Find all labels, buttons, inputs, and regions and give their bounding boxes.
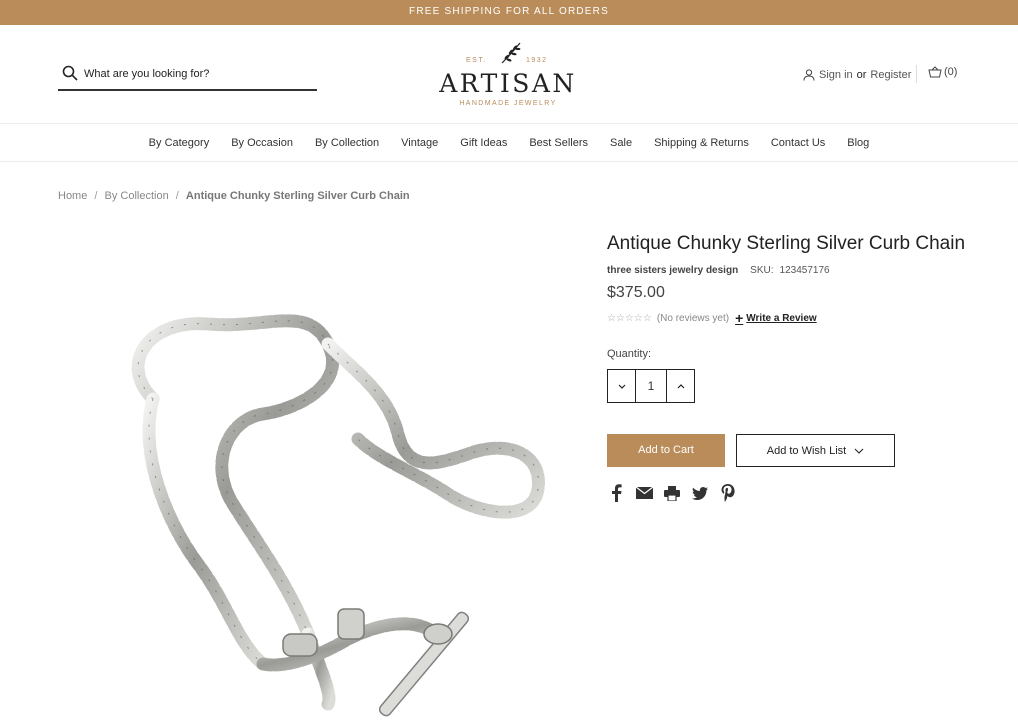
add-to-wishlist-button[interactable]: Add to Wish List [736,434,895,467]
quantity-label: Quantity: [607,348,652,360]
logo-wordmark: ARTISAN [439,69,577,98]
email-icon[interactable] [635,484,653,502]
product-title: Antique Chunky Sterling Silver Curb Chai… [607,233,966,254]
site-header: EST. 1932 ARTISAN HANDMADE JEWELRY Sign … [0,25,1018,124]
nav-blog[interactable]: Blog [847,137,869,149]
write-review-label: Write a Review [746,312,817,324]
search-bar[interactable] [58,61,317,91]
quantity-decrease-button[interactable] [608,370,636,402]
quantity-stepper[interactable]: 1 [607,369,695,403]
header-divider [916,65,917,83]
chevron-up-icon [677,383,684,388]
nav-by-collection[interactable]: By Collection [315,137,379,149]
product-details: Antique Chunky Sterling Silver Curb Chai… [607,230,967,502]
twitter-icon[interactable] [691,484,709,502]
promo-banner: FREE SHIPPING FOR ALL ORDERS [0,0,1018,25]
share-icons [607,484,967,502]
nav-vintage[interactable]: Vintage [401,137,438,149]
main-navigation: By Category By Occasion By Collection Vi… [0,124,1018,162]
wishlist-label: Add to Wish List [766,444,847,457]
promo-text: FREE SHIPPING FOR ALL ORDERS [409,6,609,17]
reviews-count: (No reviews yet) [656,312,730,324]
product-price: $375.00 [607,284,665,301]
nav-by-occasion[interactable]: By Occasion [231,137,293,149]
breadcrumb-home[interactable]: Home [58,190,87,202]
breadcrumb-by-collection[interactable]: By Collection [105,190,169,202]
user-icon [803,69,815,81]
quantity-value[interactable]: 1 [636,370,666,402]
quantity-increase-button[interactable] [666,370,694,402]
breadcrumb: Home / By Collection / Antique Chunky St… [58,190,410,202]
nav-sale[interactable]: Sale [610,137,632,149]
search-icon[interactable] [62,65,78,81]
brand-logo[interactable]: EST. 1932 ARTISAN HANDMADE JEWELRY [430,39,586,113]
logo-tagline: HANDMADE JEWELRY [459,100,557,107]
product-reviews: ☆☆☆☆☆ (No reviews yet) + Write a Review [607,310,967,326]
basket-icon [928,66,942,78]
nav-best-sellers[interactable]: Best Sellers [529,137,588,149]
nav-shipping-returns[interactable]: Shipping & Returns [654,137,749,149]
product-brand[interactable]: three sisters jewelry design [607,265,738,276]
chevron-down-icon [618,384,625,389]
chevron-down-icon [854,448,864,454]
add-to-cart-button[interactable]: Add to Cart [607,434,725,467]
product-meta: three sisters jewelry design SKU: 123457… [607,265,967,276]
cart-button[interactable]: (0) [928,66,957,78]
breadcrumb-separator: / [175,190,179,202]
logo-est: EST. [466,57,487,64]
or-text: or [856,69,867,81]
logo-year: 1932 [526,57,548,64]
nav-contact-us[interactable]: Contact Us [771,137,825,149]
sign-in-link[interactable]: Sign in [819,69,853,81]
sku-value: 123457176 [779,265,830,276]
product-actions: Add to Cart Add to Wish List [607,434,967,467]
breadcrumb-separator: / [94,190,98,202]
write-review-link[interactable]: + Write a Review [735,310,817,326]
product-image[interactable] [58,224,578,720]
nav-by-category[interactable]: By Category [149,137,210,149]
rating-stars-icon: ☆☆☆☆☆ [607,312,652,324]
olive-branch-icon [501,42,521,64]
register-link[interactable]: Register [870,69,911,81]
plus-icon: + [735,310,744,326]
facebook-icon[interactable] [607,484,625,502]
print-icon[interactable] [663,484,681,502]
cart-count: (0) [944,66,958,78]
nav-gift-ideas[interactable]: Gift Ideas [460,137,507,149]
pinterest-icon[interactable] [719,484,737,502]
account-links: Sign in or Register [803,66,911,84]
breadcrumb-current: Antique Chunky Sterling Silver Curb Chai… [185,190,410,202]
search-input[interactable] [84,63,312,85]
sku-label: SKU: [750,265,774,276]
